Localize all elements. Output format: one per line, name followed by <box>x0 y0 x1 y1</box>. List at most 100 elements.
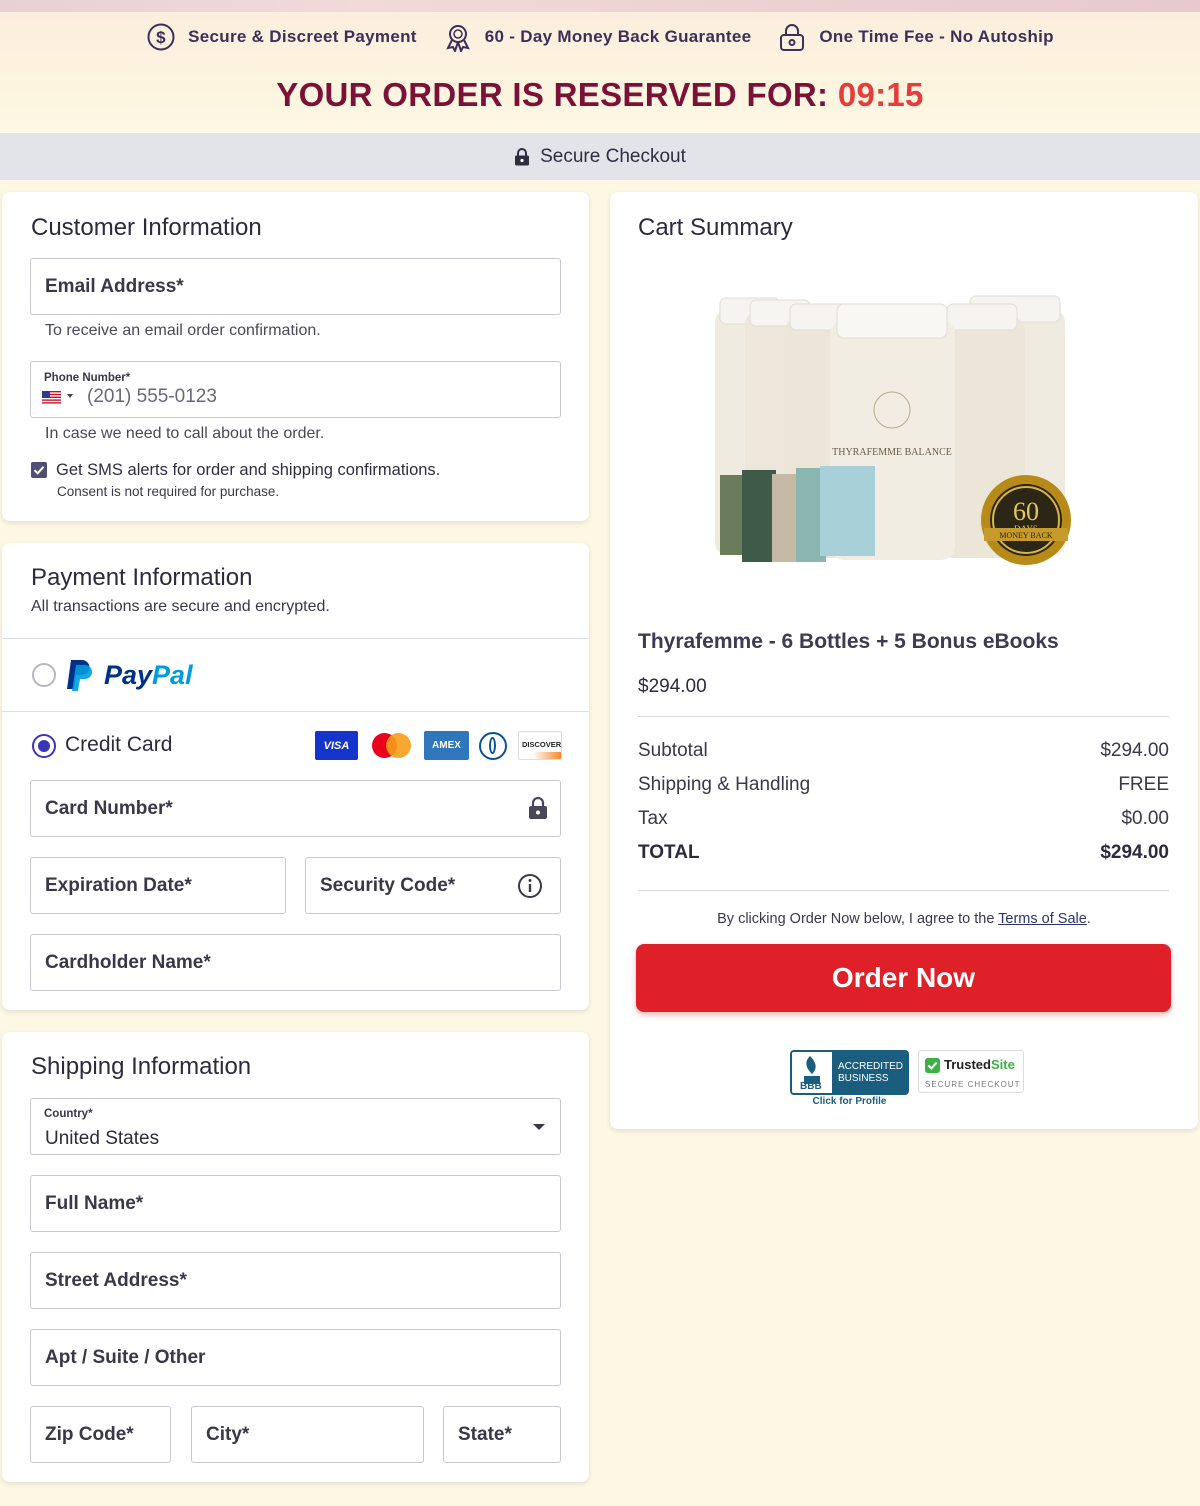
checkmark-icon <box>33 466 45 475</box>
credit-card-label[interactable]: Credit Card <box>65 733 172 757</box>
street-address-field[interactable]: Street Address* <box>30 1252 561 1309</box>
trustedsite-sub: SECURE CHECKOUT <box>925 1080 1021 1089</box>
dollar-circle-icon: $ <box>147 23 175 51</box>
expiration-date-label: Expiration Date* <box>45 875 192 896</box>
zip-code-field[interactable]: Zip Code* <box>30 1406 171 1463</box>
terms-of-sale-link[interactable]: Terms of Sale <box>998 911 1087 927</box>
product-name: Thyrafemme - 6 Bottles + 5 Bonus eBooks <box>638 630 1059 653</box>
secure-checkout-bar: Secure Checkout <box>0 133 1200 180</box>
paypal-divider <box>2 711 589 712</box>
subtotal-value: $294.00 <box>1100 740 1169 761</box>
product-price: $294.00 <box>638 676 707 697</box>
padlock-icon <box>515 147 530 165</box>
subtotal-row: Subtotal $294.00 <box>638 740 1169 762</box>
trust-row: $ Secure & Discreet Payment 60 - Day Mon… <box>0 22 1200 52</box>
cart-divider-bottom <box>638 890 1169 891</box>
zip-code-label: Zip Code* <box>45 1424 134 1445</box>
country-label: Country* <box>44 1108 93 1120</box>
top-decor-strip <box>0 0 1200 12</box>
lock-icon <box>780 24 805 51</box>
cardholder-name-field[interactable]: Cardholder Name* <box>30 934 561 991</box>
terms-suffix: . <box>1086 911 1091 927</box>
payment-info-title: Payment Information <box>31 564 253 591</box>
paypal-logo-icon <box>65 658 95 692</box>
card-number-field[interactable]: Card Number* <box>30 780 561 837</box>
trust-label: Secure & Discreet Payment <box>188 27 417 46</box>
card-number-label: Card Number* <box>45 798 173 819</box>
phone-field[interactable]: Phone Number* (201) 555-0123 <box>30 361 561 418</box>
email-hint: To receive an email order confirmation. <box>45 322 321 339</box>
payment-info-card: Payment Information All transactions are… <box>2 543 589 1010</box>
chevron-down-icon[interactable] <box>67 394 73 398</box>
header: $ Secure & Discreet Payment 60 - Day Mon… <box>0 12 1200 133</box>
trust-money-back: 60 - Day Money Back Guarantee <box>443 22 752 52</box>
bbb-accredited-badge[interactable]: BBB ACCREDITED BUSINESS <box>790 1050 909 1095</box>
checkmark-icon <box>925 1058 940 1073</box>
cart-summary-title: Cart Summary <box>638 214 793 241</box>
diners-club-icon <box>479 732 507 760</box>
discover-icon: DISCOVER <box>518 731 562 760</box>
full-name-field[interactable]: Full Name* <box>30 1175 561 1232</box>
shipping-value: FREE <box>1118 774 1169 795</box>
shipping-info-card: Shipping Information Country* United Sta… <box>2 1032 589 1482</box>
sms-label[interactable]: Get SMS alerts for order and shipping co… <box>56 461 440 480</box>
badge-days-number: 60 <box>1013 497 1039 526</box>
paypal-label: PayPal <box>104 660 193 690</box>
amex-icon: AMEX <box>424 731 469 760</box>
terms-prefix: By clicking Order Now below, I agree to … <box>717 911 999 927</box>
payment-subtitle: All transactions are secure and encrypte… <box>31 598 330 615</box>
phone-label: Phone Number* <box>44 372 131 384</box>
bbb-business: BUSINESS <box>838 1073 889 1084</box>
paypal-radio[interactable] <box>32 663 56 687</box>
full-name-label: Full Name* <box>45 1193 144 1214</box>
secure-checkout-label: Secure Checkout <box>540 145 686 167</box>
state-label: State* <box>458 1424 512 1445</box>
total-label: TOTAL <box>638 842 700 863</box>
country-select[interactable]: Country* United States <box>30 1098 561 1155</box>
discover-text: DISCOVER <box>522 740 562 749</box>
cart-divider-top <box>638 716 1169 717</box>
tax-label: Tax <box>638 808 668 829</box>
subtotal-label: Subtotal <box>638 740 708 761</box>
consent-note: Consent is not required for purchase. <box>57 484 280 499</box>
reserved-text: YOUR ORDER IS RESERVED FOR: <box>276 76 838 113</box>
mastercard-icon <box>370 731 413 760</box>
bbb-click-profile[interactable]: Click for Profile <box>790 1096 909 1107</box>
state-field[interactable]: State* <box>443 1406 561 1463</box>
paypal-option[interactable]: PayPal <box>2 639 589 711</box>
trust-label: 60 - Day Money Back Guarantee <box>484 27 752 46</box>
chevron-down-icon <box>533 1124 545 1130</box>
bbb-logo-text: BBB <box>800 1081 822 1092</box>
security-code-field[interactable]: Security Code* <box>305 857 561 914</box>
total-row: TOTAL $294.00 <box>638 842 1169 864</box>
apt-suite-field[interactable]: Apt / Suite / Other <box>30 1329 561 1386</box>
us-flag-icon[interactable] <box>42 391 61 404</box>
total-value: $294.00 <box>1100 842 1169 863</box>
trust-one-time: One Time Fee - No Autoship <box>777 22 1054 52</box>
shipping-info-title: Shipping Information <box>31 1053 252 1080</box>
badge-money-back: MONEY BACK <box>999 531 1052 540</box>
country-value: United States <box>45 1128 160 1149</box>
trust-secure-payment: $ Secure & Discreet Payment <box>146 22 417 52</box>
email-label: Email Address* <box>45 276 184 297</box>
email-field[interactable]: Email Address* <box>30 258 561 315</box>
product-image: THYRAFEMME BALANCE 60 DAYS MONEY BACK <box>700 290 1090 570</box>
trustedsite-badge[interactable]: TrustedSite SECURE CHECKOUT <box>918 1050 1024 1093</box>
site-word: Site <box>990 1057 1015 1072</box>
award-ribbon-icon <box>445 25 470 52</box>
info-icon[interactable] <box>517 873 543 899</box>
apt-suite-label: Apt / Suite / Other <box>45 1347 206 1368</box>
shipping-label: Shipping & Handling <box>638 774 811 795</box>
countdown-timer: 09:15 <box>837 76 924 113</box>
order-now-button[interactable]: Order Now <box>636 944 1171 1012</box>
tax-row: Tax $0.00 <box>638 808 1169 830</box>
bottle-label: THYRAFEMME BALANCE <box>832 447 952 458</box>
sms-checkbox[interactable] <box>31 462 47 478</box>
street-address-label: Street Address* <box>45 1270 187 1291</box>
radio-dot <box>38 740 50 752</box>
city-field[interactable]: City* <box>191 1406 424 1463</box>
trust-label: One Time Fee - No Autoship <box>819 27 1054 46</box>
credit-card-radio[interactable] <box>32 734 56 758</box>
expiration-date-field[interactable]: Expiration Date* <box>30 857 286 914</box>
visa-icon: VISA <box>315 731 358 760</box>
